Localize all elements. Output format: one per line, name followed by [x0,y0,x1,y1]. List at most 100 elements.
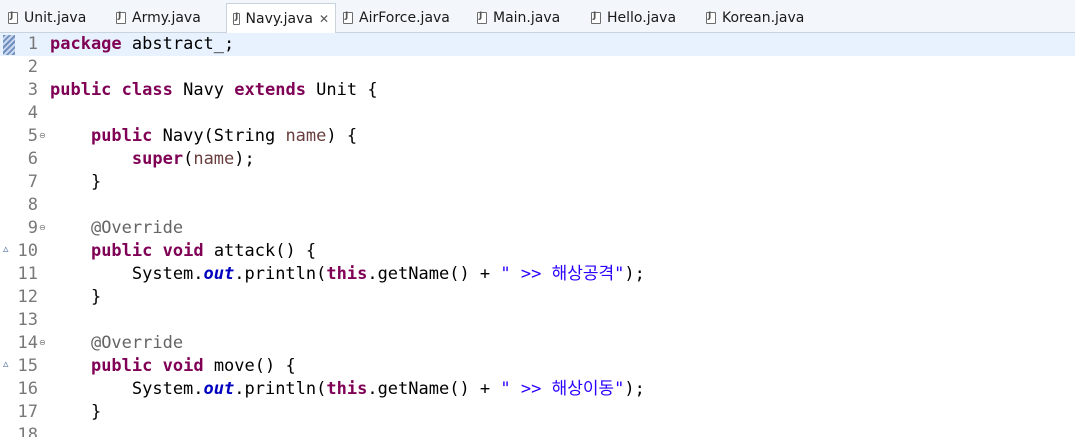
code-token: System. [50,264,204,284]
code-token: this [326,379,368,399]
code-line[interactable]: 13 [0,309,1075,332]
java-file-icon [116,11,126,24]
tab-label: Korean.java [722,10,805,26]
java-file-icon [343,11,353,24]
line-number: 5 [27,126,38,146]
code-token: package [50,34,122,54]
line-number: 14 [17,333,38,353]
code-text: public Navy(String name) { [50,125,357,148]
code-token: System. [50,379,204,399]
code-line[interactable]: 14 ⊖ @Override [0,332,1075,355]
code-token: abstract_; [121,34,235,54]
line-number: 13 [17,310,38,330]
tab-navy-java[interactable]: Navy.java ✕ [226,3,336,33]
line-number: 6 [27,149,38,169]
code-token: Unit { [305,80,378,100]
line-number: 18 [17,425,38,437]
code-line[interactable]: 2 [0,56,1075,79]
line-number: 8 [27,195,38,215]
fold-collapse-icon[interactable]: ⊖ [39,338,46,348]
tab-army-java[interactable]: Army.java [116,4,201,32]
code-line[interactable]: 16 System.out.println(this.getName() + "… [0,378,1075,401]
line-number: 1 [27,34,38,54]
code-token: } [50,287,102,307]
java-file-icon [477,11,487,24]
tab-label: Army.java [132,10,201,26]
code-line[interactable]: 6 super(name); [0,148,1075,171]
code-token: " >> 해상이동" [500,379,625,399]
code-token: } [50,402,102,422]
tab-label: Navy.java [245,10,313,27]
code-token: ); [624,264,645,284]
code-token: extends [234,80,306,100]
code-token: .println( [234,264,327,284]
code-text: System.out.println(this.getName() + " >>… [50,263,645,286]
code-token: } [50,172,102,192]
tab-label: Unit.java [24,10,87,26]
code-token: class [121,80,173,100]
code-text: super(name); [50,148,255,171]
code-text: System.out.println(this.getName() + " >>… [50,378,645,401]
code-token: " >> 해상공격" [500,264,625,284]
code-line[interactable]: 8 [0,194,1075,217]
java-file-icon [233,12,240,25]
code-line[interactable]: 1 package abstract_; [0,33,1075,56]
fold-collapse-icon[interactable]: ⊖ [39,223,46,233]
tab-label: AirForce.java [359,10,450,26]
code-token: ); [234,149,255,169]
code-text: } [50,171,101,194]
tab-label: Main.java [493,10,561,26]
line-number: 4 [27,103,38,123]
code-token: Navy [172,80,235,100]
code-line[interactable]: 3 public class Navy extends Unit { [0,79,1075,102]
line-number: 9 [27,218,38,238]
tab-unit-java[interactable]: Unit.java [8,4,86,32]
code-line[interactable]: 11 System.out.println(this.getName() + "… [0,263,1075,286]
code-token: out [203,264,235,284]
code-token: name [285,126,327,146]
code-line[interactable]: 4 [0,102,1075,125]
close-tab-icon[interactable]: ✕ [319,12,329,26]
fold-collapse-icon[interactable]: ⊖ [39,131,46,141]
code-line[interactable]: ▵ 15 public void move() { [0,355,1075,378]
code-token: void [162,356,204,376]
line-number: 17 [17,402,38,422]
java-file-icon [8,11,18,24]
line-number: 16 [17,379,38,399]
tab-hello-java[interactable]: Hello.java [591,4,676,32]
tab-korean-java[interactable]: Korean.java [706,4,804,32]
code-line[interactable]: 5 ⊖ public Navy(String name) { [0,125,1075,148]
tab-main-java[interactable]: Main.java [477,4,560,32]
code-token: out [203,379,235,399]
code-text: package abstract_; [50,33,234,56]
code-line[interactable]: 17 } [0,401,1075,424]
java-file-icon [706,11,716,24]
code-line[interactable]: 12 } [0,286,1075,309]
code-text: @Override [50,217,183,240]
tab-airforce-java[interactable]: AirForce.java [343,4,450,32]
code-token: ( [183,149,194,169]
code-token: Navy(String [152,126,286,146]
line-number: 10 [17,241,38,261]
code-text: } [50,286,101,309]
code-line[interactable]: 9 ⊖ @Override [0,217,1075,240]
code-token: public [90,126,153,146]
code-token: .getName() + [367,379,501,399]
code-area[interactable]: 1 package abstract_; 2 3 public class Navy e… [0,33,1075,437]
code-line[interactable]: 7 } [0,171,1075,194]
code-token: name [193,149,235,169]
code-token: .getName() + [367,264,501,284]
code-token: attack() { [203,241,317,261]
code-line[interactable]: ▵ 10 public void attack() { [0,240,1075,263]
code-token: ); [624,379,645,399]
line-number: 3 [27,80,38,100]
code-token: public [90,356,153,376]
code-line[interactable]: 18 [0,424,1075,437]
